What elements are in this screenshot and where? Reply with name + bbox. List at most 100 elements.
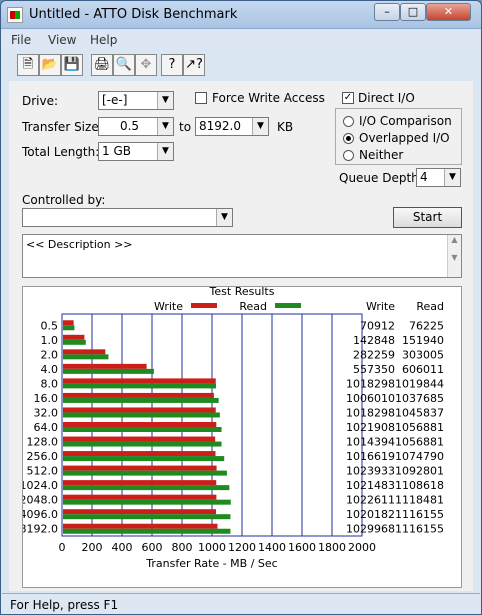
print-preview-icon[interactable]: 🔍 [113,54,135,76]
category-label: 128.0 [27,436,59,449]
minimize-button[interactable]: – [374,3,400,21]
description-scrollbar[interactable]: ▲ ▼ [447,235,461,277]
category-label: 4.0 [41,363,59,376]
write-value: 70912 [360,319,395,332]
read-bar [63,441,222,447]
category-label: 4096.0 [23,508,58,521]
close-button[interactable]: ✕ [426,3,471,21]
context-help-icon[interactable]: ↗? [183,54,205,76]
x-tick-label: 200 [82,541,103,554]
menu-bar: File View Help [2,30,480,50]
legend-read-swatch [275,303,301,308]
drive-label: Drive: [22,94,59,108]
app-icon [7,7,23,23]
category-label: 2048.0 [23,494,58,507]
total-length-label: Total Length: [22,145,100,159]
read-value: 1045837 [395,406,444,419]
write-bar [63,378,216,384]
print-icon[interactable]: 🖨 [91,54,113,76]
write-bar [63,451,216,457]
transfer-to-value: 8192.0 [199,119,241,133]
write-value: 1029968 [346,523,395,536]
transfer-size-to-select[interactable]: 8192.0 ▼ [195,117,269,136]
read-bar [63,528,231,534]
radio-io-comparison[interactable] [343,116,354,127]
category-label: 8.0 [41,377,59,390]
force-write-checkbox[interactable] [195,92,207,104]
read-value: 151940 [402,334,444,347]
write-bar [63,407,216,413]
test-results-group: Test Results 0 200 400 600 800 1000 1200 1400 16… [22,286,462,588]
category-label: 0.5 [41,319,59,332]
direct-io-label: Direct I/O [358,91,415,105]
legend-write-swatch [191,303,217,308]
write-value: 557350 [353,363,395,376]
new-icon[interactable]: 🗎 [17,54,39,76]
write-value: 142848 [353,334,395,347]
to-label: to [179,120,192,134]
read-value: 1118481 [395,494,444,507]
main-panel: Drive: [-e-] ▼ Force Write Access ✓ Dire… [9,81,473,591]
category-label: 16.0 [34,392,59,405]
read-bar [63,383,216,389]
start-button[interactable]: Start [393,207,462,228]
results-title: Test Results [209,287,275,298]
category-label: 64.0 [34,421,59,434]
description-box[interactable]: << Description >> ▲ ▼ [22,234,462,278]
transfer-from-value: 0.5 [119,119,140,133]
read-bar [63,397,219,403]
chevron-down-icon: ▼ [216,209,232,226]
menu-help[interactable]: Help [90,33,117,47]
write-value: 1018298 [346,406,395,419]
read-value: 76225 [409,319,444,332]
read-value: 1092801 [395,465,444,478]
description-text: << Description >> [26,238,133,251]
x-tick-label: 1600 [288,541,316,554]
read-bar [63,499,231,505]
radio-overlapped-io[interactable] [343,133,354,144]
help-icon[interactable]: ? [161,54,183,76]
read-bar [63,354,109,360]
x-axis-label: Transfer Rate - MB / Sec [145,557,277,570]
read-bar [63,427,222,432]
category-label: 1.0 [41,334,59,347]
write-value: 282259 [353,348,395,361]
overlapped-io-label: Overlapped I/O [359,131,450,145]
direct-io-checkbox[interactable]: ✓ [342,92,354,104]
status-text: For Help, press F1 [10,598,119,612]
kb-label: KB [277,120,294,134]
write-value: 1014394 [346,436,395,449]
maximize-button[interactable]: □ [400,3,426,21]
x-tick-label: 600 [142,541,163,554]
chevron-down-icon: ▼ [444,169,460,186]
write-value: 1020182 [346,508,395,521]
queue-depth-value: 4 [420,170,428,184]
menu-view[interactable]: View [48,33,76,47]
write-bar [63,480,217,486]
write-bar [63,334,85,340]
read-value: 303005 [402,348,444,361]
read-value: 1019844 [395,377,444,390]
write-column-header: Write [366,300,395,313]
save-icon[interactable]: 💾 [61,54,83,76]
io-comparison-label: I/O Comparison [359,114,452,128]
io-mode-group: I/O Comparison Overlapped I/O Neither [335,108,462,165]
controlled-by-select[interactable]: ▼ [22,208,233,227]
open-icon[interactable]: 📂 [39,54,61,76]
results-chart: Test Results 0 200 400 600 800 1000 1200 1400 16… [23,287,444,570]
queue-depth-select[interactable]: 4 ▼ [416,168,461,187]
x-tick-label: 0 [59,541,66,554]
chevron-down-icon: ▼ [157,143,173,160]
move-icon[interactable]: ✥ [135,54,157,76]
write-bar [63,320,74,326]
read-bar [63,325,75,331]
radio-neither[interactable] [343,150,354,161]
drive-select[interactable]: [-e-] ▼ [98,91,174,110]
menu-file[interactable]: File [11,33,31,47]
neither-label: Neither [359,148,404,162]
transfer-size-from-select[interactable]: 0.5 ▼ [98,117,174,136]
legend-write-label: Write [154,300,183,313]
category-label: 256.0 [27,450,59,463]
drive-value: [-e-] [102,93,128,107]
total-length-select[interactable]: 1 GB ▼ [98,142,174,161]
